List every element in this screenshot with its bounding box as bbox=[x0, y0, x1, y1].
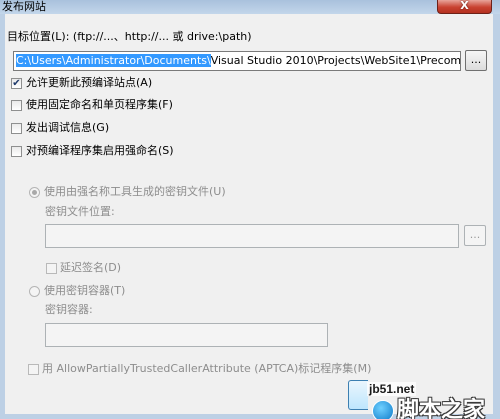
aptca-label[interactable]: 用 AllowPartiallyTrustedCallerAttribute (… bbox=[42, 362, 371, 376]
title-bar: 发布网站 X bbox=[0, 0, 500, 14]
key-container-input[interactable] bbox=[45, 323, 328, 347]
watermark-site: jb51.net bbox=[367, 382, 417, 396]
target-path-rest-text: Visual Studio 2010\Projects\WebSite1\Pre… bbox=[210, 54, 461, 67]
ok-button[interactable] bbox=[348, 380, 368, 410]
option-strong-name-label[interactable]: 对预编译程序集启用强命名(S) bbox=[26, 144, 174, 158]
option-debug-info-checkbox[interactable] bbox=[11, 123, 22, 134]
window-frame-right bbox=[493, 14, 500, 419]
key-container-radio-label[interactable]: 使用密钥容器(T) bbox=[44, 284, 125, 298]
keyfile-location-label: 密钥文件位置: bbox=[45, 205, 115, 218]
dialog-content: 目标位置(L): (ftp://...、http://... 或 drive:\… bbox=[5, 14, 493, 419]
keyfile-radio[interactable] bbox=[29, 187, 40, 198]
option-allow-update-label[interactable]: 允许更新此预编译站点(A) bbox=[26, 76, 152, 90]
option-strong-name-checkbox[interactable] bbox=[11, 146, 22, 157]
close-button[interactable]: X bbox=[437, 0, 492, 14]
option-fixed-naming-label[interactable]: 使用固定命名和单页程序集(F) bbox=[26, 98, 173, 112]
delay-sign-label[interactable]: 延迟签名(D) bbox=[60, 261, 121, 275]
key-container-radio[interactable] bbox=[29, 286, 40, 297]
target-location-label: 目标位置(L): (ftp://...、http://... 或 drive:\… bbox=[7, 30, 252, 43]
target-browse-button[interactable]: ... bbox=[465, 50, 487, 71]
target-path-input[interactable]: C:\Users\Administrator\Documents\Visual … bbox=[13, 51, 461, 71]
option-allow-update-checkbox[interactable]: ✔ bbox=[11, 78, 22, 89]
keyfile-browse-button[interactable]: ... bbox=[464, 225, 486, 246]
option-fixed-naming-checkbox[interactable] bbox=[11, 100, 22, 111]
option-debug-info-label[interactable]: 发出调试信息(G) bbox=[26, 121, 109, 135]
keyfile-location-input[interactable] bbox=[45, 224, 459, 248]
target-path-selected-text: C:\Users\Administrator\Documents\ bbox=[16, 54, 211, 67]
watermark-logo-icon bbox=[372, 400, 394, 419]
delay-sign-checkbox[interactable] bbox=[46, 263, 57, 274]
radio-selected-dot-icon bbox=[32, 190, 37, 195]
aptca-checkbox[interactable] bbox=[28, 364, 39, 375]
keyfile-radio-label[interactable]: 使用由强名称工具生成的密钥文件(U) bbox=[44, 185, 226, 199]
window-title: 发布网站 bbox=[2, 0, 46, 13]
key-container-label: 密钥容器: bbox=[45, 303, 93, 316]
watermark-name: 脚本之家 bbox=[397, 398, 486, 419]
